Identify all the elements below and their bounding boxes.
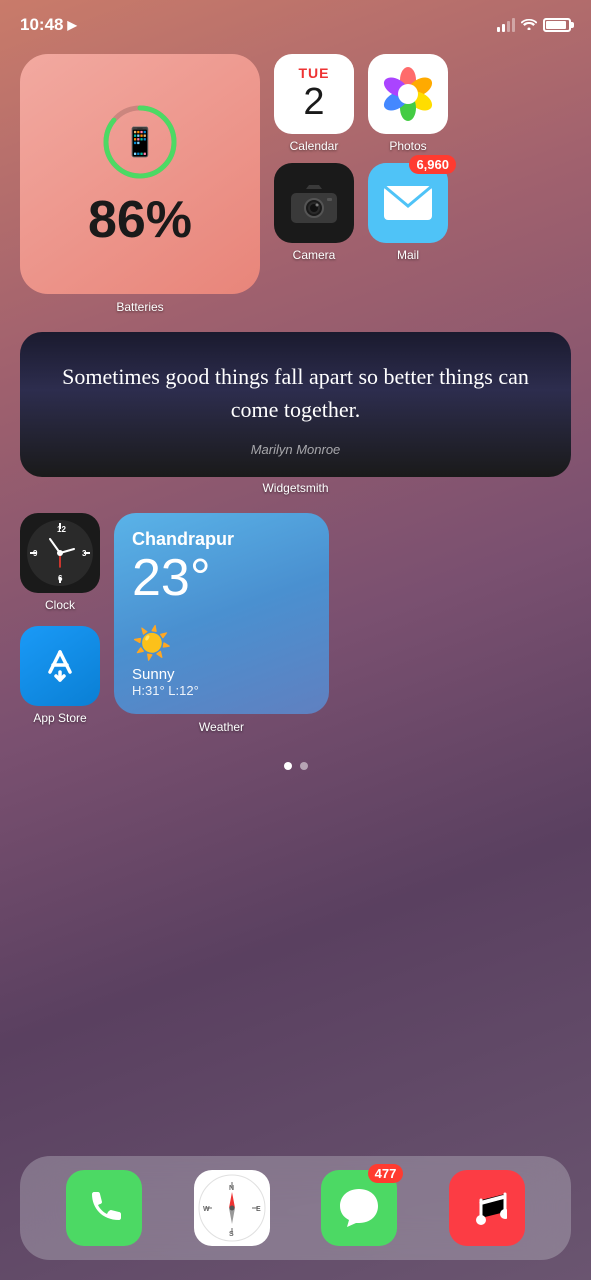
battery-fill [546, 21, 566, 29]
calendar-label: Calendar [290, 139, 339, 153]
battery-icon [543, 18, 571, 32]
appstore-app-wrapper: App Store [20, 626, 100, 725]
calendar-date: 2 [303, 83, 324, 127]
safari-svg: N S E W [198, 1174, 266, 1242]
mail-svg [382, 184, 434, 222]
phone-svg [82, 1186, 126, 1230]
batteries-widget-wrapper: 📱 86% Batteries [20, 54, 260, 314]
appstore-icon[interactable] [20, 626, 100, 706]
clock-app-wrapper: 12 3 6 9 Clock [20, 513, 100, 612]
signal-bars [497, 18, 515, 32]
photos-flower-svg [380, 66, 436, 122]
wifi-icon [521, 17, 537, 33]
location-icon: ▶ [67, 18, 76, 32]
appstore-label: App Store [33, 711, 86, 725]
row-1: 📱 86% Batteries TUE 2 Calendar [20, 54, 571, 314]
clock-face-svg: 12 3 6 9 [24, 517, 96, 589]
messages-svg [336, 1185, 382, 1231]
music-svg [467, 1186, 507, 1230]
mail-label: Mail [397, 248, 419, 262]
svg-text:12: 12 [57, 525, 66, 534]
status-icons [497, 17, 571, 33]
weather-widget-wrapper: Chandrapur 23° ☀️ Sunny H:31° L:12° Weat… [114, 513, 329, 734]
svg-text:E: E [256, 1206, 261, 1213]
quote-widget-wrapper: Sometimes good things fall apart so bett… [20, 332, 571, 495]
small-apps-column: 12 3 6 9 Clock [20, 513, 100, 725]
right-row-2: Camera 6,960 Mail [274, 163, 448, 262]
row-3: 12 3 6 9 Clock [20, 513, 571, 734]
weather-low: L:12° [168, 683, 199, 698]
svg-text:N: N [229, 1185, 234, 1192]
camera-label: Camera [293, 248, 336, 262]
quote-author: Marilyn Monroe [46, 442, 545, 457]
safari-dock-icon[interactable]: N S E W [194, 1170, 270, 1246]
appstore-svg [36, 642, 84, 690]
signal-bar-2 [502, 24, 505, 32]
weather-label: Weather [199, 720, 244, 734]
svg-text:S: S [229, 1231, 234, 1238]
messages-badge: 477 [368, 1164, 404, 1183]
quote-widget[interactable]: Sometimes good things fall apart so bett… [20, 332, 571, 477]
batteries-widget[interactable]: 📱 86% [20, 54, 260, 294]
photos-icon[interactable] [368, 54, 448, 134]
calendar-app-wrapper: TUE 2 Calendar [274, 54, 354, 153]
signal-bar-3 [507, 21, 510, 32]
batteries-label: Batteries [116, 300, 163, 314]
battery-percent: 86% [88, 194, 192, 246]
time-display: 10:48 [20, 15, 63, 35]
status-bar: 10:48 ▶ [0, 0, 591, 44]
right-row-1: TUE 2 Calendar [274, 54, 448, 153]
phone-dock-icon[interactable] [66, 1170, 142, 1246]
right-app-grid: TUE 2 Calendar [274, 54, 448, 262]
mail-app-wrapper: 6,960 Mail [368, 163, 448, 262]
page-dot-2 [300, 762, 308, 770]
photos-label: Photos [389, 139, 426, 153]
camera-svg [289, 181, 339, 225]
home-screen: 📱 86% Batteries TUE 2 Calendar [0, 44, 591, 780]
calendar-icon[interactable]: TUE 2 [274, 54, 354, 134]
music-dock-icon[interactable] [449, 1170, 525, 1246]
weather-widget[interactable]: Chandrapur 23° ☀️ Sunny H:31° L:12° [114, 513, 329, 714]
signal-bar-1 [497, 27, 500, 32]
phone-battery-icon: 📱 [123, 126, 158, 159]
mail-icon[interactable]: 6,960 [368, 163, 448, 243]
signal-bar-4 [512, 18, 515, 32]
status-time: 10:48 ▶ [20, 15, 77, 35]
svg-text:9: 9 [33, 549, 38, 558]
clock-label: Clock [45, 598, 75, 612]
camera-icon[interactable] [274, 163, 354, 243]
weather-condition: Sunny [132, 666, 311, 683]
calendar-header: TUE [274, 61, 354, 83]
widgetsmith-label: Widgetsmith [20, 481, 571, 495]
svg-text:6: 6 [58, 574, 63, 583]
weather-city: Chandrapur [132, 529, 311, 550]
page-dots [20, 762, 571, 770]
page-dot-1 [284, 762, 292, 770]
svg-text:3: 3 [82, 549, 87, 558]
battery-circle: 📱 [100, 102, 180, 182]
weather-sun-icon: ☀️ [132, 624, 311, 662]
dock: N S E W 477 [20, 1156, 571, 1260]
clock-icon[interactable]: 12 3 6 9 [20, 513, 100, 593]
weather-hl: H:31° L:12° [132, 683, 311, 698]
messages-dock-icon[interactable]: 477 [321, 1170, 397, 1246]
weather-temp: 23° [132, 552, 311, 604]
weather-high: H:31° [132, 683, 165, 698]
camera-app-wrapper: Camera [274, 163, 354, 262]
photos-app-wrapper: Photos [368, 54, 448, 153]
quote-text: Sometimes good things fall apart so bett… [46, 360, 545, 426]
svg-text:W: W [203, 1206, 210, 1213]
mail-badge: 6,960 [409, 155, 456, 174]
